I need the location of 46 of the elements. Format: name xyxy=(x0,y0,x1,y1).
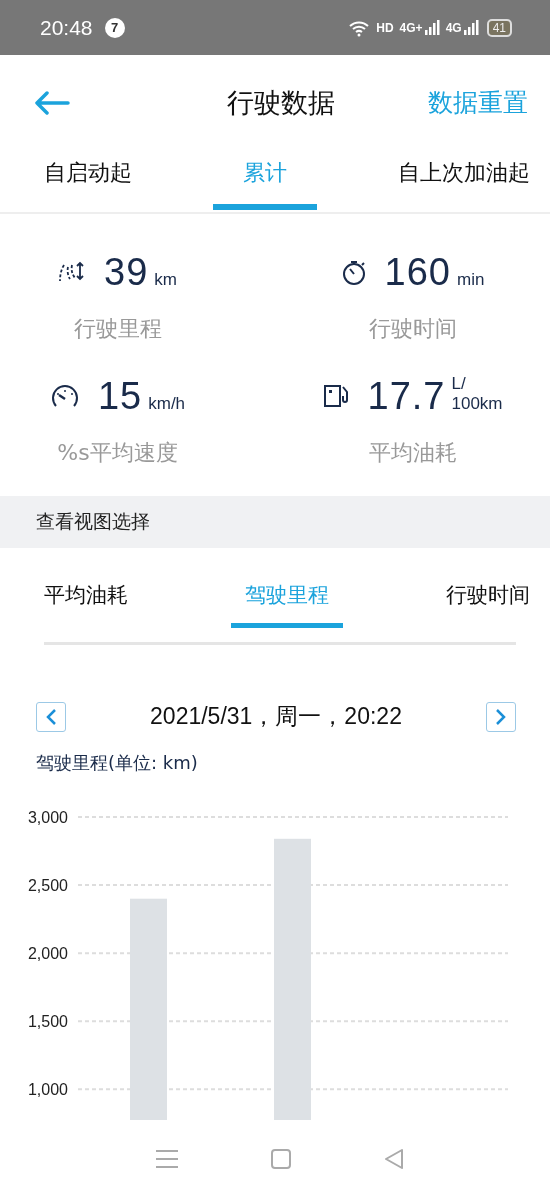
stat-unit: km/h xyxy=(148,393,186,415)
axis-tick-label: 3,000 xyxy=(27,809,68,826)
fuel-pump-icon xyxy=(322,383,350,409)
stat-value: 17.7 xyxy=(367,374,446,418)
tab[interactable]: 自上次加油起 xyxy=(398,150,530,210)
stat-unit: km xyxy=(154,269,177,291)
axis-tick-label: 1,500 xyxy=(27,1013,68,1031)
notification-badge: 7 xyxy=(104,17,125,38)
axis-tick-label: 1,000 xyxy=(27,1081,68,1099)
previous-button[interactable] xyxy=(36,701,66,732)
stat-label: 行驶里程 xyxy=(73,315,162,343)
stat-label: 行驶时间 xyxy=(368,315,457,343)
tab[interactable]: 平均油耗 xyxy=(44,581,128,628)
stat-value: 15 xyxy=(97,374,143,418)
page-title: 行驶数据 xyxy=(227,85,335,120)
chevron-left-icon xyxy=(44,707,58,726)
chart-title: 驾驶里程(单位: km) xyxy=(36,751,199,775)
stat-label: %s平均速度 xyxy=(57,439,178,467)
road-distance-icon xyxy=(58,261,86,283)
tab[interactable]: 自启动起 xyxy=(44,150,132,210)
wifi-icon xyxy=(348,18,371,37)
back-triangle-icon[interactable] xyxy=(382,1147,405,1170)
network-indicator: 4G+ xyxy=(399,20,423,35)
axis-tick-label: 2,500 xyxy=(27,877,68,895)
section-title: 查看视图选择 xyxy=(36,509,150,534)
stat-value: 160 xyxy=(384,250,451,294)
network-indicator: 4G xyxy=(445,20,462,35)
clock-time: 20:48 xyxy=(40,15,93,40)
stopwatch-icon xyxy=(340,258,367,286)
stat-unit: min xyxy=(457,269,485,291)
tab[interactable]: 行驶时间 xyxy=(446,581,530,628)
date-label: 2021/5/31，周一，20:22 xyxy=(150,702,402,731)
square-icon[interactable] xyxy=(270,1147,292,1170)
stat-value: 39 xyxy=(104,250,149,294)
menu-icon[interactable] xyxy=(155,1147,180,1170)
chevron-right-icon xyxy=(494,707,508,726)
next-button[interactable] xyxy=(486,701,516,732)
back-arrow-icon[interactable] xyxy=(34,90,70,115)
stat-label: 平均油耗 xyxy=(368,439,457,467)
network-indicator: HD xyxy=(376,20,394,35)
signal-icon xyxy=(424,20,440,35)
stat-unit: L/ 100km xyxy=(451,374,503,415)
speedometer-icon xyxy=(49,384,80,408)
axis-tick-label: 2,000 xyxy=(27,945,68,963)
battery-indicator: 41 xyxy=(486,18,512,37)
signal-icon xyxy=(463,20,479,35)
